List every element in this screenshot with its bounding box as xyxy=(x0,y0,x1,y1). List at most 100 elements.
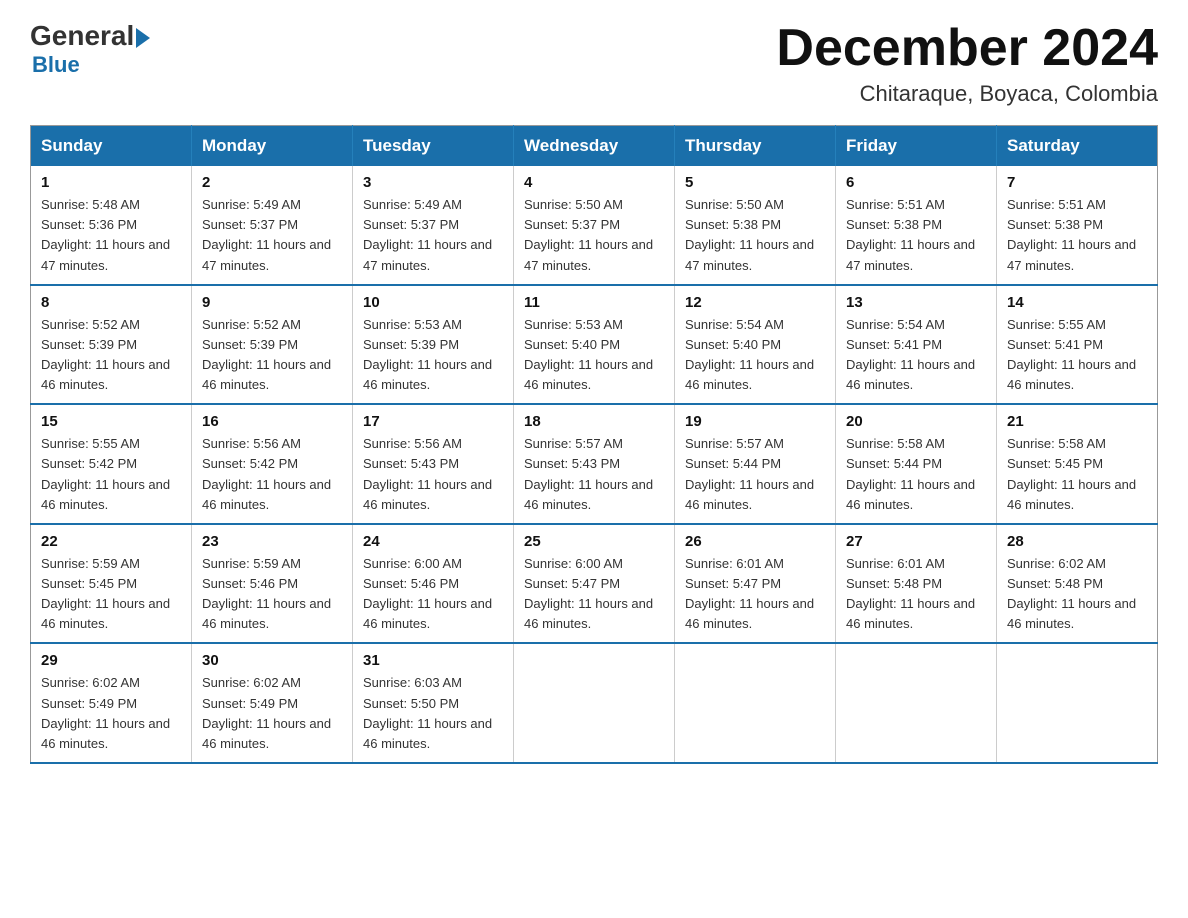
day-info: Sunrise: 6:01 AMSunset: 5:48 PMDaylight:… xyxy=(846,556,975,631)
day-info: Sunrise: 5:55 AMSunset: 5:42 PMDaylight:… xyxy=(41,436,170,511)
day-info: Sunrise: 5:52 AMSunset: 5:39 PMDaylight:… xyxy=(41,317,170,392)
calendar-cell xyxy=(514,643,675,763)
calendar-cell: 8 Sunrise: 5:52 AMSunset: 5:39 PMDayligh… xyxy=(31,285,192,405)
day-number: 14 xyxy=(1007,294,1147,311)
day-info: Sunrise: 5:52 AMSunset: 5:39 PMDaylight:… xyxy=(202,317,331,392)
day-info: Sunrise: 5:50 AMSunset: 5:38 PMDaylight:… xyxy=(685,197,814,272)
logo-blue-text: Blue xyxy=(32,52,80,78)
day-number: 26 xyxy=(685,533,825,550)
day-info: Sunrise: 5:51 AMSunset: 5:38 PMDaylight:… xyxy=(1007,197,1136,272)
day-info: Sunrise: 5:57 AMSunset: 5:44 PMDaylight:… xyxy=(685,436,814,511)
day-info: Sunrise: 6:02 AMSunset: 5:49 PMDaylight:… xyxy=(202,675,331,750)
calendar-cell: 26 Sunrise: 6:01 AMSunset: 5:47 PMDaylig… xyxy=(675,524,836,644)
header-row: Sunday Monday Tuesday Wednesday Thursday… xyxy=(31,126,1158,167)
day-info: Sunrise: 5:59 AMSunset: 5:46 PMDaylight:… xyxy=(202,556,331,631)
logo: General Blue xyxy=(30,20,150,78)
calendar-week-4: 22 Sunrise: 5:59 AMSunset: 5:45 PMDaylig… xyxy=(31,524,1158,644)
day-number: 4 xyxy=(524,174,664,191)
day-info: Sunrise: 5:48 AMSunset: 5:36 PMDaylight:… xyxy=(41,197,170,272)
day-info: Sunrise: 5:56 AMSunset: 5:43 PMDaylight:… xyxy=(363,436,492,511)
day-number: 10 xyxy=(363,294,503,311)
day-info: Sunrise: 5:59 AMSunset: 5:45 PMDaylight:… xyxy=(41,556,170,631)
day-info: Sunrise: 5:49 AMSunset: 5:37 PMDaylight:… xyxy=(363,197,492,272)
calendar-cell: 23 Sunrise: 5:59 AMSunset: 5:46 PMDaylig… xyxy=(192,524,353,644)
calendar-cell xyxy=(675,643,836,763)
calendar-cell: 21 Sunrise: 5:58 AMSunset: 5:45 PMDaylig… xyxy=(997,404,1158,524)
calendar-cell: 19 Sunrise: 5:57 AMSunset: 5:44 PMDaylig… xyxy=(675,404,836,524)
logo-arrow-icon xyxy=(136,28,150,48)
col-monday: Monday xyxy=(192,126,353,167)
day-number: 24 xyxy=(363,533,503,550)
col-wednesday: Wednesday xyxy=(514,126,675,167)
page-header: General Blue December 2024 Chitaraque, B… xyxy=(30,20,1158,107)
day-info: Sunrise: 6:00 AMSunset: 5:46 PMDaylight:… xyxy=(363,556,492,631)
calendar-cell: 3 Sunrise: 5:49 AMSunset: 5:37 PMDayligh… xyxy=(353,166,514,285)
day-number: 23 xyxy=(202,533,342,550)
day-number: 21 xyxy=(1007,413,1147,430)
col-tuesday: Tuesday xyxy=(353,126,514,167)
calendar-cell: 4 Sunrise: 5:50 AMSunset: 5:37 PMDayligh… xyxy=(514,166,675,285)
calendar-cell: 9 Sunrise: 5:52 AMSunset: 5:39 PMDayligh… xyxy=(192,285,353,405)
calendar-cell: 22 Sunrise: 5:59 AMSunset: 5:45 PMDaylig… xyxy=(31,524,192,644)
day-number: 27 xyxy=(846,533,986,550)
month-title: December 2024 xyxy=(776,20,1158,77)
day-number: 22 xyxy=(41,533,181,550)
location-label: Chitaraque, Boyaca, Colombia xyxy=(776,81,1158,107)
calendar-cell: 10 Sunrise: 5:53 AMSunset: 5:39 PMDaylig… xyxy=(353,285,514,405)
day-number: 2 xyxy=(202,174,342,191)
logo-general-text: General xyxy=(30,20,134,52)
calendar-cell: 16 Sunrise: 5:56 AMSunset: 5:42 PMDaylig… xyxy=(192,404,353,524)
day-number: 11 xyxy=(524,294,664,311)
calendar-cell: 15 Sunrise: 5:55 AMSunset: 5:42 PMDaylig… xyxy=(31,404,192,524)
day-number: 5 xyxy=(685,174,825,191)
day-number: 15 xyxy=(41,413,181,430)
day-info: Sunrise: 5:54 AMSunset: 5:40 PMDaylight:… xyxy=(685,317,814,392)
day-number: 19 xyxy=(685,413,825,430)
calendar-week-1: 1 Sunrise: 5:48 AMSunset: 5:36 PMDayligh… xyxy=(31,166,1158,285)
calendar-cell: 14 Sunrise: 5:55 AMSunset: 5:41 PMDaylig… xyxy=(997,285,1158,405)
calendar-cell: 29 Sunrise: 6:02 AMSunset: 5:49 PMDaylig… xyxy=(31,643,192,763)
day-number: 16 xyxy=(202,413,342,430)
calendar-week-3: 15 Sunrise: 5:55 AMSunset: 5:42 PMDaylig… xyxy=(31,404,1158,524)
calendar-cell: 5 Sunrise: 5:50 AMSunset: 5:38 PMDayligh… xyxy=(675,166,836,285)
day-number: 13 xyxy=(846,294,986,311)
day-info: Sunrise: 5:50 AMSunset: 5:37 PMDaylight:… xyxy=(524,197,653,272)
day-info: Sunrise: 5:53 AMSunset: 5:39 PMDaylight:… xyxy=(363,317,492,392)
day-number: 28 xyxy=(1007,533,1147,550)
calendar-cell: 1 Sunrise: 5:48 AMSunset: 5:36 PMDayligh… xyxy=(31,166,192,285)
calendar-cell: 20 Sunrise: 5:58 AMSunset: 5:44 PMDaylig… xyxy=(836,404,997,524)
day-info: Sunrise: 6:02 AMSunset: 5:49 PMDaylight:… xyxy=(41,675,170,750)
day-info: Sunrise: 6:03 AMSunset: 5:50 PMDaylight:… xyxy=(363,675,492,750)
calendar-cell: 24 Sunrise: 6:00 AMSunset: 5:46 PMDaylig… xyxy=(353,524,514,644)
day-info: Sunrise: 5:56 AMSunset: 5:42 PMDaylight:… xyxy=(202,436,331,511)
day-info: Sunrise: 5:58 AMSunset: 5:44 PMDaylight:… xyxy=(846,436,975,511)
calendar-week-5: 29 Sunrise: 6:02 AMSunset: 5:49 PMDaylig… xyxy=(31,643,1158,763)
day-number: 12 xyxy=(685,294,825,311)
day-number: 20 xyxy=(846,413,986,430)
day-info: Sunrise: 5:54 AMSunset: 5:41 PMDaylight:… xyxy=(846,317,975,392)
day-number: 1 xyxy=(41,174,181,191)
calendar-cell: 6 Sunrise: 5:51 AMSunset: 5:38 PMDayligh… xyxy=(836,166,997,285)
day-number: 6 xyxy=(846,174,986,191)
day-number: 17 xyxy=(363,413,503,430)
day-number: 31 xyxy=(363,652,503,669)
day-number: 30 xyxy=(202,652,342,669)
day-info: Sunrise: 5:49 AMSunset: 5:37 PMDaylight:… xyxy=(202,197,331,272)
day-info: Sunrise: 6:00 AMSunset: 5:47 PMDaylight:… xyxy=(524,556,653,631)
day-info: Sunrise: 6:01 AMSunset: 5:47 PMDaylight:… xyxy=(685,556,814,631)
calendar-cell: 13 Sunrise: 5:54 AMSunset: 5:41 PMDaylig… xyxy=(836,285,997,405)
col-friday: Friday xyxy=(836,126,997,167)
day-number: 18 xyxy=(524,413,664,430)
col-saturday: Saturday xyxy=(997,126,1158,167)
title-area: December 2024 Chitaraque, Boyaca, Colomb… xyxy=(776,20,1158,107)
calendar-cell xyxy=(836,643,997,763)
calendar-week-2: 8 Sunrise: 5:52 AMSunset: 5:39 PMDayligh… xyxy=(31,285,1158,405)
calendar-cell xyxy=(997,643,1158,763)
calendar-cell: 17 Sunrise: 5:56 AMSunset: 5:43 PMDaylig… xyxy=(353,404,514,524)
calendar-cell: 12 Sunrise: 5:54 AMSunset: 5:40 PMDaylig… xyxy=(675,285,836,405)
day-info: Sunrise: 5:55 AMSunset: 5:41 PMDaylight:… xyxy=(1007,317,1136,392)
day-number: 7 xyxy=(1007,174,1147,191)
day-info: Sunrise: 5:58 AMSunset: 5:45 PMDaylight:… xyxy=(1007,436,1136,511)
day-info: Sunrise: 5:51 AMSunset: 5:38 PMDaylight:… xyxy=(846,197,975,272)
calendar-cell: 27 Sunrise: 6:01 AMSunset: 5:48 PMDaylig… xyxy=(836,524,997,644)
